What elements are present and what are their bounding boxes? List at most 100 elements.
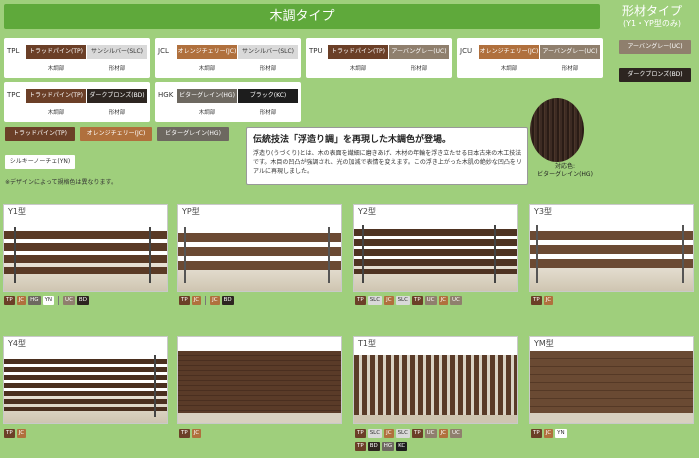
panel-y4: Y4型 [3, 336, 168, 424]
wood-label: 木調部 [47, 66, 65, 72]
frame-label: 形材部 [259, 110, 277, 116]
combo-code: TPU [309, 47, 323, 55]
color-tag: YN [42, 296, 55, 305]
color-tag: UC [424, 296, 437, 305]
texture-caption: 対応色: ビターグレイン(HG) [530, 163, 600, 179]
combo-code: JCL [158, 47, 169, 55]
tag-separator [58, 296, 60, 305]
combo-jcu: JCU オレンジチェリー(JC) アーバングレー(UC) 木調部 形材部 [457, 38, 603, 78]
tags-y2: TP SLC JC SLC TP UC JC UC [355, 296, 462, 305]
section-header: 木調タイプ [4, 4, 600, 29]
tag-separator [205, 296, 207, 305]
fence-scene [354, 205, 517, 291]
texture-caption-1: 対応色: [554, 163, 576, 170]
wood-swatch: トラッドパイン(TP) [26, 89, 86, 103]
tags-y1: TP JC HG YN UC BD [4, 296, 89, 305]
combo-jcl: JCL オレンジチェリー(JC) サンシルバー(SLC) 木調部 形材部 [155, 38, 301, 78]
fence-scene [4, 337, 167, 423]
wood-label: 木調部 [198, 66, 216, 72]
wood-swatch: トラッドパイン(TP) [328, 45, 388, 59]
color-tag: SLC [367, 296, 383, 305]
color-tag: SLC [395, 296, 410, 305]
color-tag: JC [384, 429, 394, 438]
tags-yp: TP JC JC BD [179, 296, 234, 305]
color-tag: TP [411, 429, 423, 438]
color-tag: JC [191, 429, 202, 438]
frame-color-bd: ダークブロンズ(BD) [619, 68, 691, 82]
wood-swatch: オレンジチェリー(JC) [177, 45, 237, 59]
color-tag: JC [191, 296, 202, 305]
wood-label: 木調部 [198, 110, 216, 116]
panel-title: Y1型 [8, 207, 26, 216]
panel-title: Y3型 [534, 207, 552, 216]
panel-t1: T1型 [353, 336, 518, 424]
frame-label: 形材部 [108, 66, 126, 72]
combo-tpc: TPC トラッドパイン(TP) ダークブロンズ(BD) 木調部 形材部 [4, 82, 150, 122]
wood-label: 木調部 [47, 110, 65, 116]
frame-label: 形材部 [259, 66, 277, 72]
panel-ym: YM型 [529, 336, 694, 424]
panel-y2: Y2型 [353, 204, 518, 292]
color-tag: TP [531, 429, 542, 438]
panel-yp: YP型 [177, 204, 342, 292]
combo-code: TPL [7, 47, 20, 55]
color-tag: YN [555, 429, 567, 438]
color-tag: UC [424, 429, 437, 438]
frame-type-header: 形材タイプ (Y1・YP型のみ) [610, 4, 694, 36]
frame-swatch: ダークブロンズ(BD) [87, 89, 147, 103]
color-tag: BD [221, 296, 234, 305]
color-tag: TP [355, 442, 366, 451]
panel-title: T1型 [358, 339, 376, 348]
info-heading: 伝統技法「浮造り調」を再現した木調色が登場。 [253, 135, 452, 145]
frame-label: 形材部 [561, 66, 579, 72]
color-tag: TP [355, 429, 366, 438]
color-tag: UC [450, 296, 462, 305]
bitter-grain-texture [530, 98, 584, 162]
panel-y3: Y3型 [529, 204, 694, 292]
frame-swatch: ブラック(KC) [238, 89, 298, 103]
tags-y3: TP JC [531, 296, 554, 305]
panel-title: YM型 [534, 339, 554, 348]
fence-scene [530, 337, 693, 423]
color-tag: HG [28, 296, 41, 305]
panel-title: Y5型 [182, 339, 200, 348]
combo-code: TPC [7, 91, 21, 99]
info-body: 浮造り(うづくり)とは、木の表面を繊細に磨きあげ、木材の年輪を浮き立たせる日本古… [253, 150, 522, 175]
color-tag: SLC [395, 429, 410, 438]
color-tag: TP [531, 296, 542, 305]
fence-scene [4, 205, 167, 291]
std-color-hg: ビターグレイン(HG) [157, 127, 229, 141]
std-color-yn: シルキーノーチェ(YN) [5, 155, 75, 169]
frame-swatch: アーバングレー(UC) [540, 45, 600, 59]
frame-swatch: サンシルバー(SLC) [87, 45, 147, 59]
std-color-tp: トラッドパイン(TP) [5, 127, 75, 141]
color-tag: KC [396, 442, 408, 451]
tags-y5: TP JC [179, 429, 202, 438]
color-tag: JC [16, 296, 27, 305]
color-tag: UC [63, 296, 75, 305]
color-tag: JC [438, 296, 448, 305]
panel-y5: Y5型 [177, 336, 342, 424]
wood-swatch: オレンジチェリー(JC) [479, 45, 539, 59]
fence-scene [354, 337, 517, 423]
color-tag: TP [411, 296, 423, 305]
color-tag: TP [179, 429, 190, 438]
color-tag: JC [543, 429, 554, 438]
combo-tpl: TPL トラッドパイン(TP) サンシルバー(SLC) 木調部 形材部 [4, 38, 150, 78]
color-tag: JC [384, 296, 394, 305]
color-tag: JC [210, 296, 220, 305]
color-tag: TP [4, 429, 15, 438]
wood-label: 木調部 [500, 66, 518, 72]
combo-code: HGK [158, 91, 174, 99]
wood-label: 木調部 [349, 66, 367, 72]
panel-title: YP型 [182, 207, 200, 216]
color-tag: TP [179, 296, 190, 305]
combo-code: JCU [460, 47, 473, 55]
wood-swatch: ビターグレイン(HG) [177, 89, 237, 103]
frame-swatch: サンシルバー(SLC) [238, 45, 298, 59]
color-tag: JC [16, 429, 27, 438]
frame-type-title: 形材タイプ [621, 4, 682, 18]
color-tag: SLC [367, 429, 383, 438]
fence-scene [178, 205, 341, 291]
note-text: ※デザインによって規格色は異なります。 [5, 179, 117, 186]
